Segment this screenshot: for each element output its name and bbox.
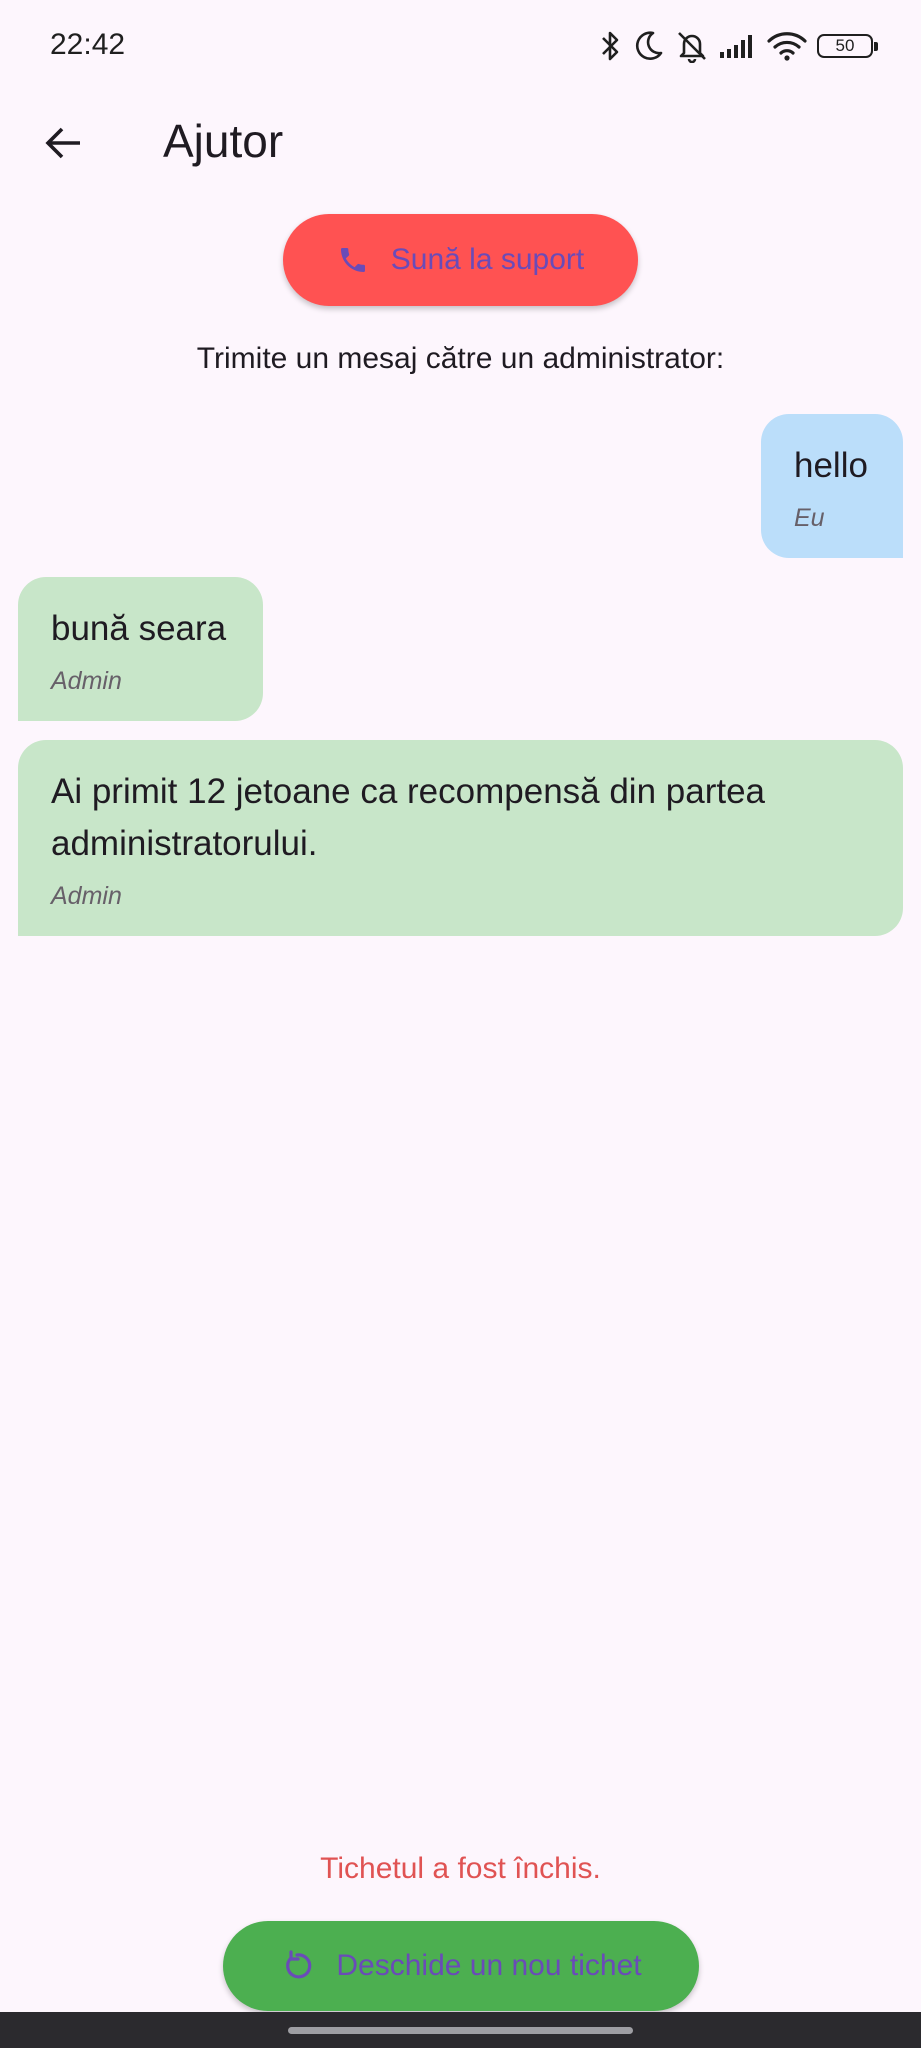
message-bubble-user: hello Eu <box>761 414 903 558</box>
signal-icon <box>720 35 752 58</box>
call-support-button[interactable]: Sună la suport <box>283 214 638 306</box>
message-bubble-admin: Ai primit 12 jetoane ca recompensă din p… <box>18 740 903 936</box>
battery-level: 50 <box>835 36 855 55</box>
status-bar: 22:42 50 <box>0 0 921 92</box>
phone-icon <box>340 248 365 272</box>
status-icons: 50 <box>597 26 878 66</box>
battery-icon: 50 <box>817 34 878 58</box>
call-support-label: Sună la suport <box>390 243 585 276</box>
message-bubble-admin: bună seara Admin <box>18 577 263 721</box>
page-title: Ajutor <box>163 115 284 167</box>
message-sender: Eu <box>794 504 825 532</box>
bell-off-icon <box>678 32 706 63</box>
system-nav-bar <box>0 2012 921 2048</box>
app-bar: Ajutor <box>0 92 921 188</box>
message-text: bună seara <box>51 609 227 648</box>
arrow-left-icon <box>45 127 80 159</box>
open-new-ticket-label: Deschide un nou tichet <box>336 1949 642 1982</box>
bluetooth-icon <box>602 31 619 61</box>
home-gesture-handle[interactable] <box>288 2027 633 2034</box>
status-time: 22:42 <box>50 28 126 61</box>
refresh-icon <box>286 1950 312 1979</box>
back-button[interactable] <box>30 110 96 176</box>
open-new-ticket-button[interactable]: Deschide un nou tichet <box>223 1921 699 2011</box>
wifi-icon <box>767 32 807 61</box>
message-text: hello <box>794 446 868 485</box>
instruction-text: Trimite un mesaj către un administrator: <box>196 342 725 375</box>
ticket-status-text: Tichetul a fost închis. <box>320 1852 601 1885</box>
message-sender: Admin <box>51 882 122 910</box>
message-text: Ai primit 12 jetoane ca recompensă din p… <box>51 772 766 863</box>
message-sender: Admin <box>51 667 122 695</box>
do-not-disturb-moon-icon <box>635 31 663 60</box>
